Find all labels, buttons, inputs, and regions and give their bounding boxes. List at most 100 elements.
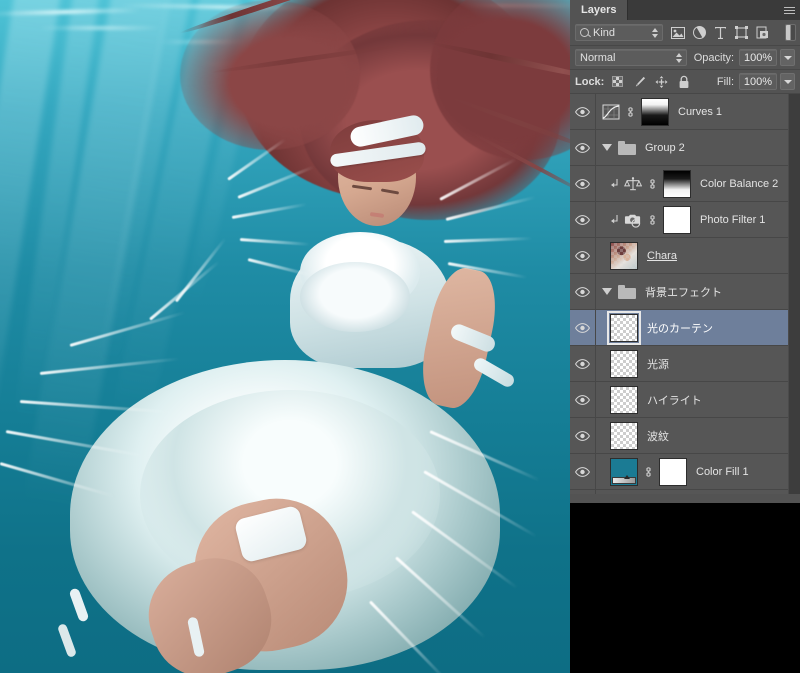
filter-kind-select[interactable]: Kind [575, 24, 663, 41]
layer-row[interactable]: 光源 [570, 346, 800, 382]
layer-visibility-toggle[interactable] [570, 490, 596, 494]
opacity-label: Opacity: [693, 51, 735, 64]
layer-visibility-toggle[interactable] [570, 202, 596, 237]
shape-layer-icon[interactable] [734, 26, 748, 40]
layer-row-body[interactable]: Photo Filter 1 [596, 202, 788, 237]
layer-name[interactable]: 光のカーテン [647, 320, 713, 336]
fill-color-thumbnail[interactable] [610, 457, 638, 486]
layer-name[interactable]: Curves 1 [678, 106, 722, 118]
layer-row-body[interactable]: ハイライト [596, 382, 788, 417]
layer-name[interactable]: Photo Filter 1 [700, 214, 765, 226]
layer-name[interactable]: 背景エフェクト [645, 284, 722, 300]
layer-thumbnail[interactable] [610, 349, 638, 378]
layer-row[interactable]: Photo Filter 1 [570, 202, 800, 238]
layer-row[interactable]: 波紋 [570, 418, 800, 454]
lock-transparency-icon[interactable] [611, 75, 624, 88]
layer-row[interactable]: Chara [570, 238, 800, 274]
layer-filter-row: Kind [570, 20, 800, 46]
layer-row-body[interactable]: 光のカーテン [596, 310, 788, 345]
layer-visibility-toggle[interactable] [570, 130, 596, 165]
fill-input[interactable]: 100% [739, 73, 777, 90]
layer-row-body[interactable]: 光源 [596, 346, 788, 381]
layer-thumbnail[interactable] [610, 241, 638, 270]
folder-icon [618, 140, 636, 155]
chevron-down-icon[interactable] [602, 288, 612, 295]
adjustment-layer-icon[interactable] [692, 26, 706, 40]
layer-name[interactable]: ハイライト [647, 392, 702, 408]
layer-thumbnail[interactable] [610, 421, 638, 450]
document-canvas[interactable] [0, 0, 570, 673]
layer-visibility-toggle[interactable] [570, 382, 596, 417]
type-layer-icon[interactable] [713, 26, 727, 40]
layer-row[interactable]: sanko [570, 490, 800, 494]
tab-layers[interactable]: Layers [570, 0, 629, 20]
link-icon[interactable] [647, 213, 658, 227]
layer-thumbnail[interactable] [607, 310, 641, 345]
search-icon [580, 28, 589, 37]
layer-visibility-toggle[interactable] [570, 418, 596, 453]
layer-row-body[interactable]: 波紋 [596, 418, 788, 453]
layer-name[interactable]: Group 2 [645, 142, 685, 154]
layer-row[interactable]: 光のカーテン [570, 310, 800, 346]
layer-mask-thumbnail[interactable] [663, 169, 691, 198]
layer-mask-thumbnail[interactable] [663, 205, 691, 234]
opacity-chevron-down-icon[interactable] [780, 49, 795, 66]
layer-list[interactable]: Curves 1 Group 2 Color Balance 2 Photo Filt… [570, 94, 800, 494]
layer-row-body[interactable]: Curves 1 [596, 94, 788, 129]
layers-panel[interactable]: Layers Kind Normal Opacity: 100% Lock: F… [570, 0, 800, 503]
layer-name[interactable]: Chara [647, 250, 677, 262]
filter-kind-stepper[interactable] [652, 27, 658, 38]
layer-visibility-toggle[interactable] [570, 454, 596, 489]
layer-list-scrollbar[interactable] [788, 94, 800, 494]
layer-row-body[interactable]: 背景エフェクト [596, 274, 788, 309]
layer-name[interactable]: Color Balance 2 [700, 178, 778, 190]
layer-row[interactable]: 背景エフェクト [570, 274, 800, 310]
link-icon[interactable] [647, 177, 658, 191]
filter-kind-label: Kind [593, 26, 616, 39]
layer-row-body[interactable]: Chara [596, 238, 788, 273]
lock-buttons [611, 75, 690, 88]
layer-visibility-toggle[interactable] [570, 310, 596, 345]
eye-icon [575, 466, 590, 477]
layer-row-body[interactable]: Color Balance 2 [596, 166, 788, 201]
layer-row[interactable]: Color Balance 2 [570, 166, 800, 202]
clipping-mask-icon [610, 214, 619, 226]
photo-filter-icon[interactable] [624, 211, 642, 229]
link-icon[interactable] [643, 465, 654, 479]
filter-toggle-icon[interactable] [785, 24, 796, 41]
opacity-input[interactable]: 100% [739, 49, 778, 66]
layer-row[interactable]: ハイライト [570, 382, 800, 418]
layer-visibility-toggle[interactable] [570, 238, 596, 273]
layer-visibility-toggle[interactable] [570, 346, 596, 381]
eye-icon [575, 322, 590, 333]
link-icon[interactable] [625, 105, 636, 119]
layer-row-body[interactable]: Group 2 [596, 130, 788, 165]
lock-image-icon[interactable] [633, 75, 646, 88]
blend-mode-select[interactable]: Normal [575, 49, 687, 66]
layer-row[interactable]: Curves 1 [570, 94, 800, 130]
color-balance-icon[interactable] [624, 175, 642, 193]
layer-visibility-toggle[interactable] [570, 166, 596, 201]
layer-mask-thumbnail[interactable] [659, 457, 687, 486]
layer-row[interactable]: Group 2 [570, 130, 800, 166]
layer-name[interactable]: 光源 [647, 356, 669, 372]
lock-position-icon[interactable] [655, 75, 668, 88]
layer-name[interactable]: Color Fill 1 [696, 466, 749, 478]
layer-thumbnail[interactable] [610, 385, 638, 414]
blend-mode-value: Normal [580, 51, 616, 64]
fill-chevron-down-icon[interactable] [780, 73, 795, 90]
layer-visibility-toggle[interactable] [570, 274, 596, 309]
pixel-layer-icon[interactable] [671, 26, 685, 40]
layer-name[interactable]: 波紋 [647, 428, 669, 444]
layer-mask-thumbnail[interactable] [641, 97, 669, 126]
chevron-down-icon[interactable] [602, 144, 612, 151]
smart-object-icon[interactable] [755, 26, 769, 40]
curves-icon[interactable] [602, 103, 620, 121]
layer-visibility-toggle[interactable] [570, 94, 596, 129]
layer-row-body[interactable]: Color Fill 1 [596, 454, 788, 489]
layer-row[interactable]: Color Fill 1 [570, 454, 800, 490]
panel-menu-icon[interactable] [778, 0, 800, 20]
blend-mode-stepper[interactable] [675, 52, 682, 63]
lock-all-icon[interactable] [677, 75, 690, 88]
layer-row-body[interactable]: sanko [596, 490, 788, 494]
